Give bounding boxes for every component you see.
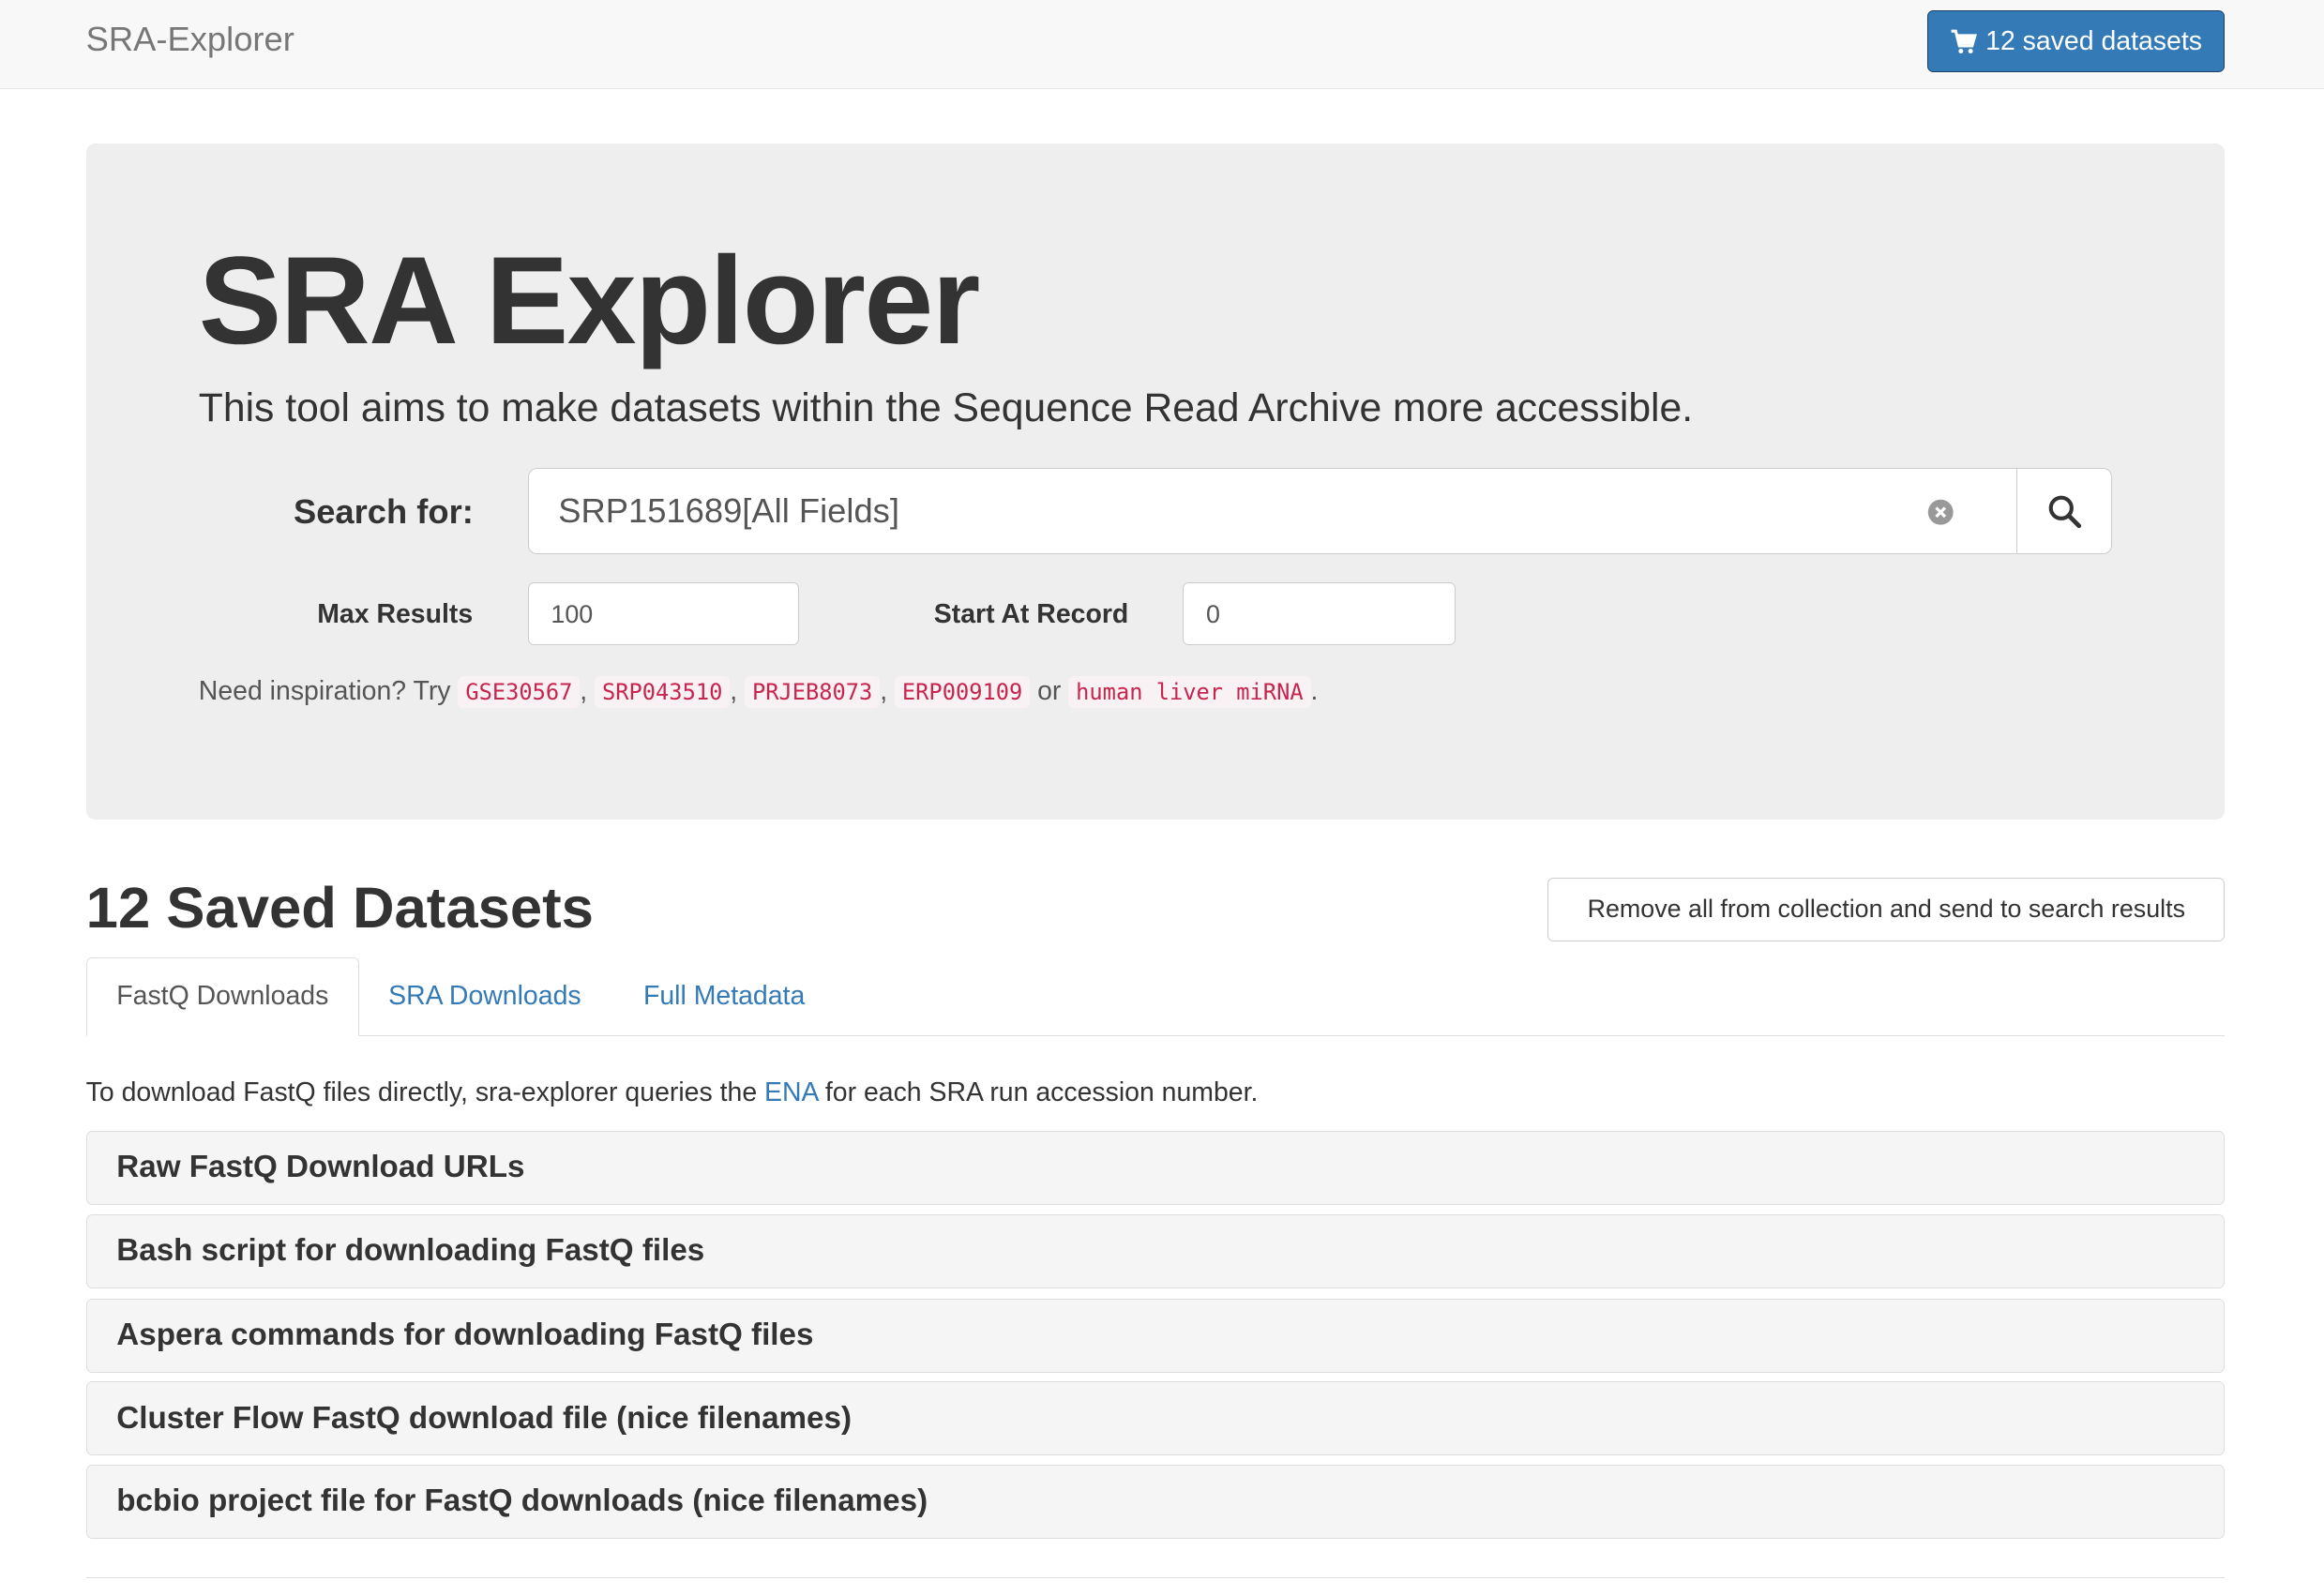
max-results-input[interactable]: 100 <box>527 582 799 645</box>
clear-icon[interactable] <box>1927 499 1954 525</box>
panel-bash-script[interactable]: Bash script for downloading FastQ files <box>85 1213 2226 1288</box>
description-before: To download FastQ files directly, sra-ex… <box>85 1077 758 1108</box>
fastq-description: To download FastQ files directly, sra-ex… <box>86 1077 1259 1108</box>
separator: , <box>580 675 588 706</box>
separator: , <box>880 675 888 706</box>
panel-bcbio-project[interactable]: bcbio project file for FastQ downloads (… <box>85 1464 2226 1539</box>
description-after: for each SRA run accession number. <box>824 1077 1259 1108</box>
tab-sra-downloads[interactable]: SRA Downloads <box>359 957 611 1036</box>
saved-datasets-title: 12 Saved Datasets <box>85 875 594 941</box>
separator-or: or <box>1037 675 1062 706</box>
saved-datasets-label: 12 saved datasets <box>1985 25 2202 56</box>
shopping-cart-icon <box>1951 29 1977 54</box>
start-record-input[interactable]: 0 <box>1183 582 1456 645</box>
tab-full-metadata[interactable]: Full Metadata <box>613 957 835 1036</box>
search-button[interactable] <box>2015 468 2113 555</box>
search-label: Search for: <box>293 491 474 531</box>
brand-link[interactable]: SRA-Explorer <box>86 20 294 59</box>
search-group: SRP151689[All Fields] <box>527 468 2113 555</box>
jumbotron: SRA Explorer This tool aims to make data… <box>85 143 2226 821</box>
search-input[interactable]: SRP151689[All Fields] <box>527 468 2016 555</box>
end-period: . <box>1310 675 1319 706</box>
navbar: SRA-Explorer 12 saved datasets <box>0 0 2324 89</box>
start-record-label: Start At Record <box>933 598 1129 629</box>
example-link-prjeb8073[interactable]: PRJEB8073 <box>745 675 881 708</box>
lead-text: This tool aims to make datasets within t… <box>198 384 1694 430</box>
example-link-human-liver-mirna[interactable]: human liver miRNA <box>1068 675 1311 708</box>
search-input-value: SRP151689[All Fields] <box>558 491 899 531</box>
inspiration-prefix: Need inspiration? Try <box>198 675 451 706</box>
example-link-erp009109[interactable]: ERP009109 <box>895 675 1031 708</box>
ena-link[interactable]: ENA <box>764 1077 818 1107</box>
remove-all-button[interactable]: Remove all from collection and send to s… <box>1547 877 2226 941</box>
max-results-label: Max Results <box>317 598 474 629</box>
example-link-srp043510[interactable]: SRP043510 <box>595 675 731 708</box>
search-icon <box>2048 496 2082 529</box>
inspiration-text: Need inspiration? Try GSE30567, SRP04351… <box>198 675 1319 708</box>
divider <box>85 1576 2226 1579</box>
tab-fastq-downloads[interactable]: FastQ Downloads <box>85 957 359 1036</box>
panel-raw-fastq-urls[interactable]: Raw FastQ Download URLs <box>85 1130 2226 1205</box>
download-tabs: FastQ Downloads SRA Downloads Full Metad… <box>85 957 2226 1036</box>
separator: , <box>730 675 738 706</box>
example-link-gse30567[interactable]: GSE30567 <box>458 675 581 708</box>
saved-datasets-button[interactable]: 12 saved datasets <box>1926 10 2226 73</box>
panel-cluster-flow[interactable]: Cluster Flow FastQ download file (nice f… <box>85 1381 2226 1456</box>
page-title: SRA Explorer <box>198 231 981 370</box>
panel-aspera-commands[interactable]: Aspera commands for downloading FastQ fi… <box>85 1298 2226 1373</box>
